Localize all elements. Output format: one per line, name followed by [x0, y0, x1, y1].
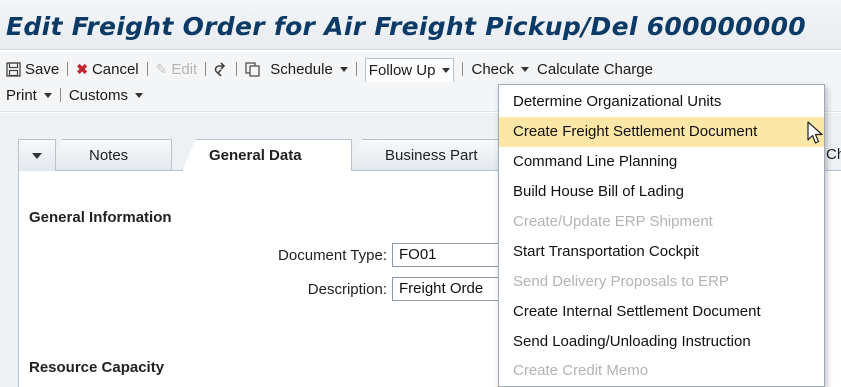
refresh-button[interactable]	[214, 61, 228, 77]
resource-capacity-title: Resource Capacity	[29, 359, 165, 376]
toolbar-separator	[59, 88, 61, 102]
description-field[interactable]: Freight Orde	[392, 277, 512, 301]
page-title: Edit Freight Order for Air Freight Picku…	[6, 12, 806, 41]
document-type-label: Document Type:	[278, 247, 387, 264]
edit-label: Edit	[171, 60, 198, 78]
toolbar-separator	[67, 62, 69, 76]
menu-item-send-delivery-proposals[interactable]: Send Delivery Proposals to ERP	[499, 266, 824, 296]
check-label: Check	[471, 60, 515, 78]
tab-label: Ch	[826, 146, 841, 163]
copy-button[interactable]	[245, 61, 260, 77]
calculate-charges-button[interactable]: Calculate Charge	[537, 61, 653, 78]
toolbar-separator	[462, 62, 464, 76]
follow-up-label: Follow Up	[368, 62, 436, 79]
title-bar: Edit Freight Order for Air Freight Picku…	[0, 0, 841, 50]
toolbar-separator	[146, 62, 148, 76]
dropdown-arrow-icon	[339, 66, 348, 72]
menu-item-build-house-bol[interactable]: Build House Bill of Lading	[499, 177, 824, 207]
document-type-field[interactable]: FO01	[392, 243, 502, 267]
copy-icon	[245, 61, 260, 77]
menu-item-create-credit-memo[interactable]: Create Credit Memo	[499, 356, 824, 386]
cancel-button[interactable]: ✖ Cancel	[76, 61, 138, 78]
schedule-menu[interactable]: Schedule	[270, 61, 348, 78]
calculate-charges-label: Calculate Charge	[537, 60, 653, 78]
toolbar-separator	[236, 62, 238, 76]
follow-up-dropdown: Determine Organizational Units Create Fr…	[498, 84, 825, 387]
tab-list-button[interactable]	[18, 139, 56, 171]
cancel-label: Cancel	[91, 60, 139, 78]
menu-item-create-internal-settlement[interactable]: Create Internal Settlement Document	[499, 296, 824, 326]
print-menu[interactable]: Print	[6, 87, 52, 104]
menu-item-send-loading-instruction[interactable]: Send Loading/Unloading Instruction	[499, 326, 824, 356]
cancel-icon: ✖	[76, 61, 88, 77]
tab-charges[interactable]: Ch	[826, 146, 841, 163]
general-information-title: General Information	[29, 209, 172, 226]
refresh-icon	[214, 61, 228, 77]
menu-item-determine-org-units[interactable]: Determine Organizational Units	[499, 87, 824, 117]
customs-menu[interactable]: Customs	[68, 86, 144, 104]
menu-item-command-line-planning[interactable]: Command Line Planning	[499, 147, 824, 177]
menu-item-create-freight-settlement[interactable]: Create Freight Settlement Document	[499, 116, 824, 147]
customs-label: Customs	[68, 86, 129, 104]
tab-label: Notes	[89, 147, 129, 164]
toolbar-separator	[205, 62, 207, 76]
dropdown-arrow-icon	[43, 92, 52, 98]
toolbar-separator	[355, 62, 357, 76]
tab-general-data[interactable]: General Data	[182, 139, 352, 171]
tab-label: General Data	[209, 147, 302, 164]
dropdown-arrow-icon	[135, 92, 144, 98]
dropdown-arrow-icon	[521, 66, 530, 72]
tab-label: Business Part	[385, 147, 478, 164]
chevron-down-icon	[32, 152, 42, 159]
description-label: Description:	[307, 281, 387, 298]
print-label: Print	[6, 86, 37, 104]
dropdown-arrow-icon	[442, 68, 451, 73]
save-button[interactable]: Save	[6, 61, 59, 78]
schedule-label: Schedule	[270, 60, 333, 78]
save-label: Save	[25, 60, 60, 78]
toolbar-row-1: Save ✖ Cancel ✎ Edit Schedule Follow Up …	[6, 58, 653, 82]
tab-notes[interactable]: Notes	[48, 139, 172, 171]
edit-button[interactable]: ✎ Edit	[156, 61, 198, 78]
follow-up-menu[interactable]: Follow Up	[364, 58, 455, 82]
menu-item-create-update-erp-shipment[interactable]: Create/Update ERP Shipment	[499, 207, 824, 237]
menu-item-start-transportation-cockpit[interactable]: Start Transportation Cockpit	[499, 236, 824, 266]
mouse-pointer-icon	[807, 121, 823, 144]
pencil-icon: ✎	[155, 61, 168, 77]
save-icon	[6, 61, 21, 77]
toolbar-row-2: Print Customs	[6, 84, 144, 106]
check-menu[interactable]: Check	[471, 60, 530, 78]
